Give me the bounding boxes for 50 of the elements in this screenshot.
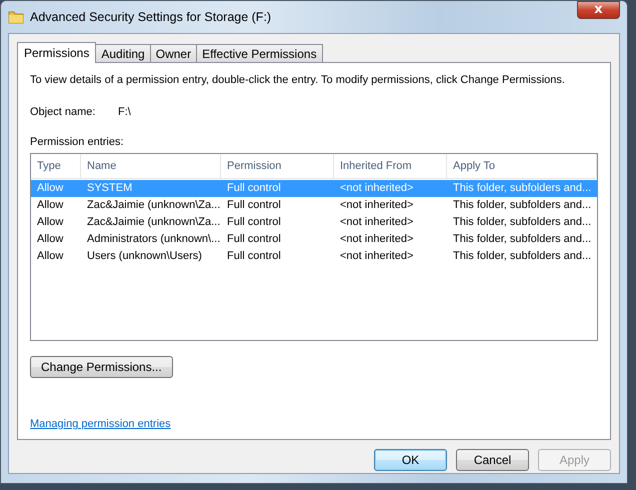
table-cell-text: This folder, subfolders and... xyxy=(452,215,592,230)
table-cell-text: Allow xyxy=(36,181,64,196)
table-cell-text: Full control xyxy=(226,232,282,247)
table-cell-text: This folder, subfolders and... xyxy=(452,198,592,213)
change-permissions-button[interactable]: Change Permissions... xyxy=(30,356,173,378)
table-cell-text: Allow xyxy=(36,232,64,247)
instructions-text: To view details of a permission entry, double-click the entry. To modify permissions, click Change Permissions. xyxy=(30,74,566,86)
tab[interactable]: Effective Permissions xyxy=(196,44,323,62)
column-header[interactable]: Inherited From xyxy=(334,154,447,178)
permission-list[interactable] xyxy=(30,153,598,341)
table-cell-text: This folder, subfolders and... xyxy=(452,181,592,196)
tab[interactable]: Auditing xyxy=(95,44,151,62)
column-header[interactable]: Apply To xyxy=(447,154,597,178)
table-cell-text: Allow xyxy=(36,215,64,230)
tab[interactable]: Owner xyxy=(150,44,198,62)
table-cell-text: Full control xyxy=(226,198,282,213)
table-row[interactable]: Allow Administrators (unknown\... Full control <not inherited> This folder, subfolders and... xyxy=(31,231,597,248)
help-link[interactable]: Managing permission entries xyxy=(30,418,171,430)
table-cell-text: <not inherited> xyxy=(339,181,414,196)
close-button[interactable]: x xyxy=(577,1,620,19)
window-title: Advanced Security Settings for Storage (F:) xyxy=(30,10,272,24)
table-cell-text: Users (unknown\Users) xyxy=(86,249,203,264)
table-cell-text: <not inherited> xyxy=(339,249,414,264)
folder-icon xyxy=(8,9,24,25)
table-row[interactable]: Allow Zac&Jaimie (unknown\Za... Full control <not inherited> This folder, subfolders and... xyxy=(31,214,597,231)
column-header[interactable]: Type xyxy=(31,154,81,178)
table-row[interactable]: Allow Zac&Jaimie (unknown\Za... Full control <not inherited> This folder, subfolders and... xyxy=(31,197,597,214)
table-cell-text: Zac&Jaimie (unknown\Za... xyxy=(86,215,221,230)
table-cell-text: Full control xyxy=(226,249,282,264)
column-header[interactable]: Permission xyxy=(221,154,334,178)
table-row[interactable]: Allow Users (unknown\Users) Full control <not inherited> This folder, subfolders and... xyxy=(31,248,597,265)
table-cell-text: Full control xyxy=(226,181,282,196)
permission-entries-label: Permission entries: xyxy=(30,136,125,148)
table-cell-text: This folder, subfolders and... xyxy=(452,249,592,264)
column-header[interactable]: Name xyxy=(81,154,221,178)
dialog-button[interactable]: OK xyxy=(374,449,447,471)
table-cell-text: Allow xyxy=(36,249,64,264)
table-cell-text: Zac&Jaimie (unknown\Za... xyxy=(86,198,221,213)
object-name-value: F:\ xyxy=(118,106,131,118)
table-cell-text: Administrators (unknown\... xyxy=(86,232,221,247)
table-cell-text: SYSTEM xyxy=(86,181,134,196)
table-cell-text: <not inherited> xyxy=(339,232,414,247)
table-cell-text: Full control xyxy=(226,215,282,230)
table-cell-text: This folder, subfolders and... xyxy=(452,232,592,247)
table-cell-text: <not inherited> xyxy=(339,198,414,213)
table-cell-text: Allow xyxy=(36,198,64,213)
dialog-button[interactable]: Cancel xyxy=(456,449,529,471)
table-cell-text: <not inherited> xyxy=(339,215,414,230)
object-name-label: Object name: xyxy=(30,106,96,118)
tab[interactable]: Permissions xyxy=(17,42,96,63)
